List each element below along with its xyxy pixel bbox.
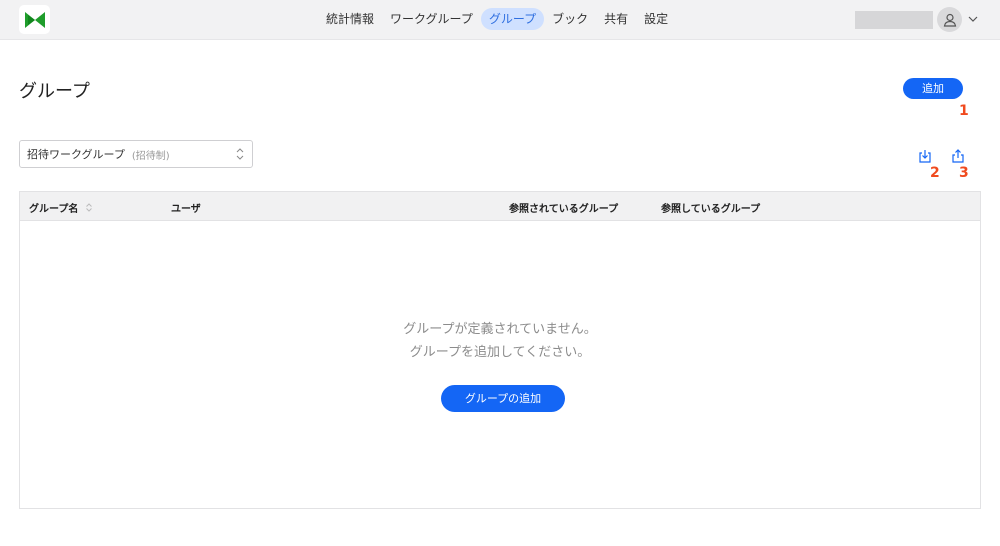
add-button[interactable]: 追加 [903,78,963,99]
groups-table: グループ名 ユーザ 参照されているグループ 参照しているグループ グループが定義… [19,191,981,509]
column-header-referenced-groups: 参照されているグループ [509,204,619,215]
nav-item-sharing[interactable]: 共有 [596,8,636,30]
user-name-placeholder [855,11,933,29]
user-icon[interactable] [937,7,962,32]
workgroup-select-subtext: (招待制) [131,150,170,162]
marker-3: 3 [959,165,969,181]
main-nav: 統計情報 ワークグループ グループ ブック 共有 設定 [318,8,676,30]
top-bar: 統計情報 ワークグループ グループ ブック 共有 設定 [0,0,1000,40]
empty-message-line2: グループを追加してください。 [409,345,591,360]
column-header-users: ユーザ [171,204,201,215]
workgroup-select-value: 招待ワークグループ [27,148,125,161]
column-label: グループ名 [29,204,79,215]
marker-2: 2 [930,165,940,181]
column-header-group-name[interactable]: グループ名 [29,200,92,215]
add-group-button[interactable]: グループの追加 [441,385,565,412]
nav-item-settings[interactable]: 設定 [636,8,676,30]
empty-message-line1: グループが定義されていません。 [403,322,597,337]
import-icon[interactable] [917,148,933,164]
nav-item-groups[interactable]: グループ [480,8,545,30]
nav-item-books[interactable]: ブック [544,8,596,30]
table-header: グループ名 ユーザ 参照されているグループ 参照しているグループ [20,192,980,221]
export-icon[interactable] [950,148,966,164]
sort-icon[interactable] [86,203,92,215]
nav-item-stats[interactable]: 統計情報 [318,8,382,30]
marker-1: 1 [959,103,969,119]
updown-chevron-icon [236,147,244,164]
page-title: グループ [19,81,90,102]
column-header-referencing-groups: 参照しているグループ [661,204,761,215]
workgroup-select[interactable]: 招待ワークグループ (招待制) [19,140,253,168]
chevron-down-icon[interactable] [966,12,980,26]
nav-item-workgroups[interactable]: ワークグループ [382,8,481,30]
bowtie-logo-icon[interactable] [19,5,50,34]
